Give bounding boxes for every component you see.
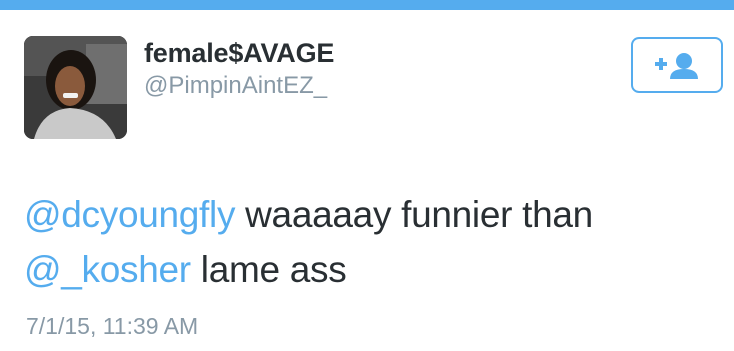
top-accent-bar [0, 0, 734, 10]
follow-button[interactable] [631, 37, 723, 93]
mention-link[interactable]: @_kosher [24, 249, 191, 290]
follow-user-icon [655, 53, 698, 79]
tweet-timestamp[interactable]: 7/1/15, 11:39 AM [26, 313, 198, 340]
avatar[interactable] [24, 36, 127, 139]
tweet-text-segment: waaaaay funnier than [235, 194, 593, 235]
user-handle[interactable]: @PimpinAintEZ_ [144, 72, 327, 100]
display-name[interactable]: female$AVAGE [144, 38, 334, 69]
mention-link[interactable]: @dcyoungfly [24, 194, 235, 235]
tweet-text-segment: lame ass [190, 249, 347, 290]
tweet-text: @dcyoungfly waaaaay funnier than @_koshe… [24, 187, 714, 297]
profile-photo [24, 36, 127, 139]
